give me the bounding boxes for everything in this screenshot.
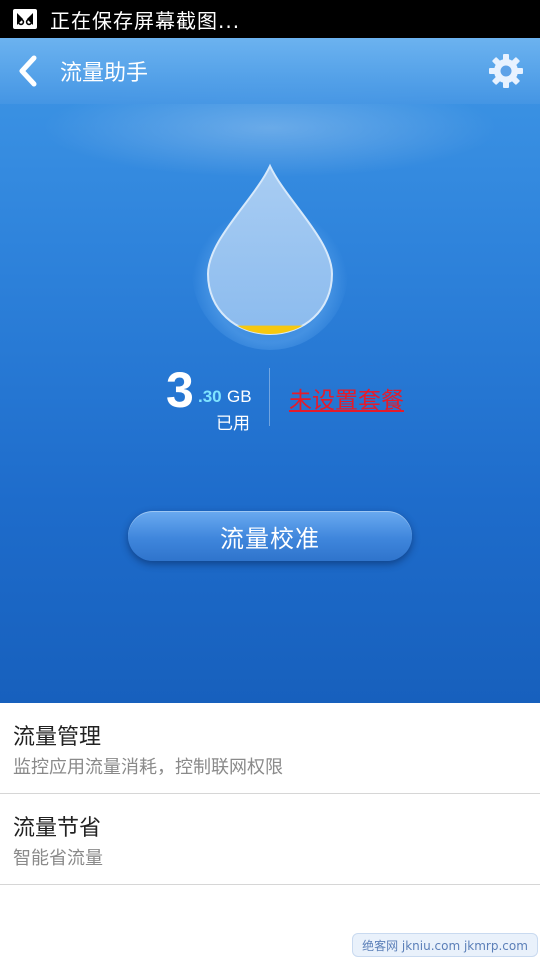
status-bar: 正在保存屏幕截图... bbox=[0, 0, 540, 38]
options-list: 流量管理 监控应用流量消耗，控制联网权限 流量节省 智能省流量 bbox=[0, 703, 540, 885]
calibrate-traffic-button[interactable]: 流量校准 bbox=[128, 511, 412, 561]
list-item-subtitle: 智能省流量 bbox=[13, 848, 103, 869]
back-button[interactable] bbox=[0, 38, 56, 104]
back-arrow-icon bbox=[19, 55, 37, 87]
usage-integer: 3 bbox=[166, 362, 194, 418]
list-item-traffic-saving[interactable]: 流量节省 智能省流量 bbox=[0, 794, 540, 885]
list-item-subtitle: 监控应用流量消耗，控制联网权限 bbox=[13, 757, 283, 778]
hero-panel: 流量助手 3 .30 GB 已用 未设置套餐 流量校准 bbox=[0, 38, 540, 703]
usage-drop-gauge bbox=[190, 160, 350, 360]
list-item-title: 流量管理 bbox=[13, 725, 102, 750]
plan-not-set-link[interactable]: 未设置套餐 bbox=[289, 381, 404, 415]
list-item-traffic-management[interactable]: 流量管理 监控应用流量消耗，控制联网权限 bbox=[0, 703, 540, 794]
list-item-title: 流量节省 bbox=[13, 816, 102, 841]
usage-unit: GB bbox=[227, 387, 252, 406]
usage-label: 已用 bbox=[216, 414, 250, 434]
status-notification-text: 正在保存屏幕截图... bbox=[50, 8, 241, 33]
gear-icon bbox=[489, 54, 523, 88]
vertical-divider bbox=[269, 368, 270, 426]
page-title: 流量助手 bbox=[60, 61, 149, 86]
usage-decimal: .30 bbox=[198, 387, 222, 406]
app-header: 流量助手 bbox=[0, 38, 540, 104]
usage-readout: 3 .30 GB 已用 bbox=[160, 362, 270, 434]
settings-button[interactable] bbox=[486, 51, 526, 91]
screenshot-icon bbox=[12, 6, 38, 32]
watermark: 绝客网 jkniu.com jkmrp.com bbox=[352, 933, 538, 957]
